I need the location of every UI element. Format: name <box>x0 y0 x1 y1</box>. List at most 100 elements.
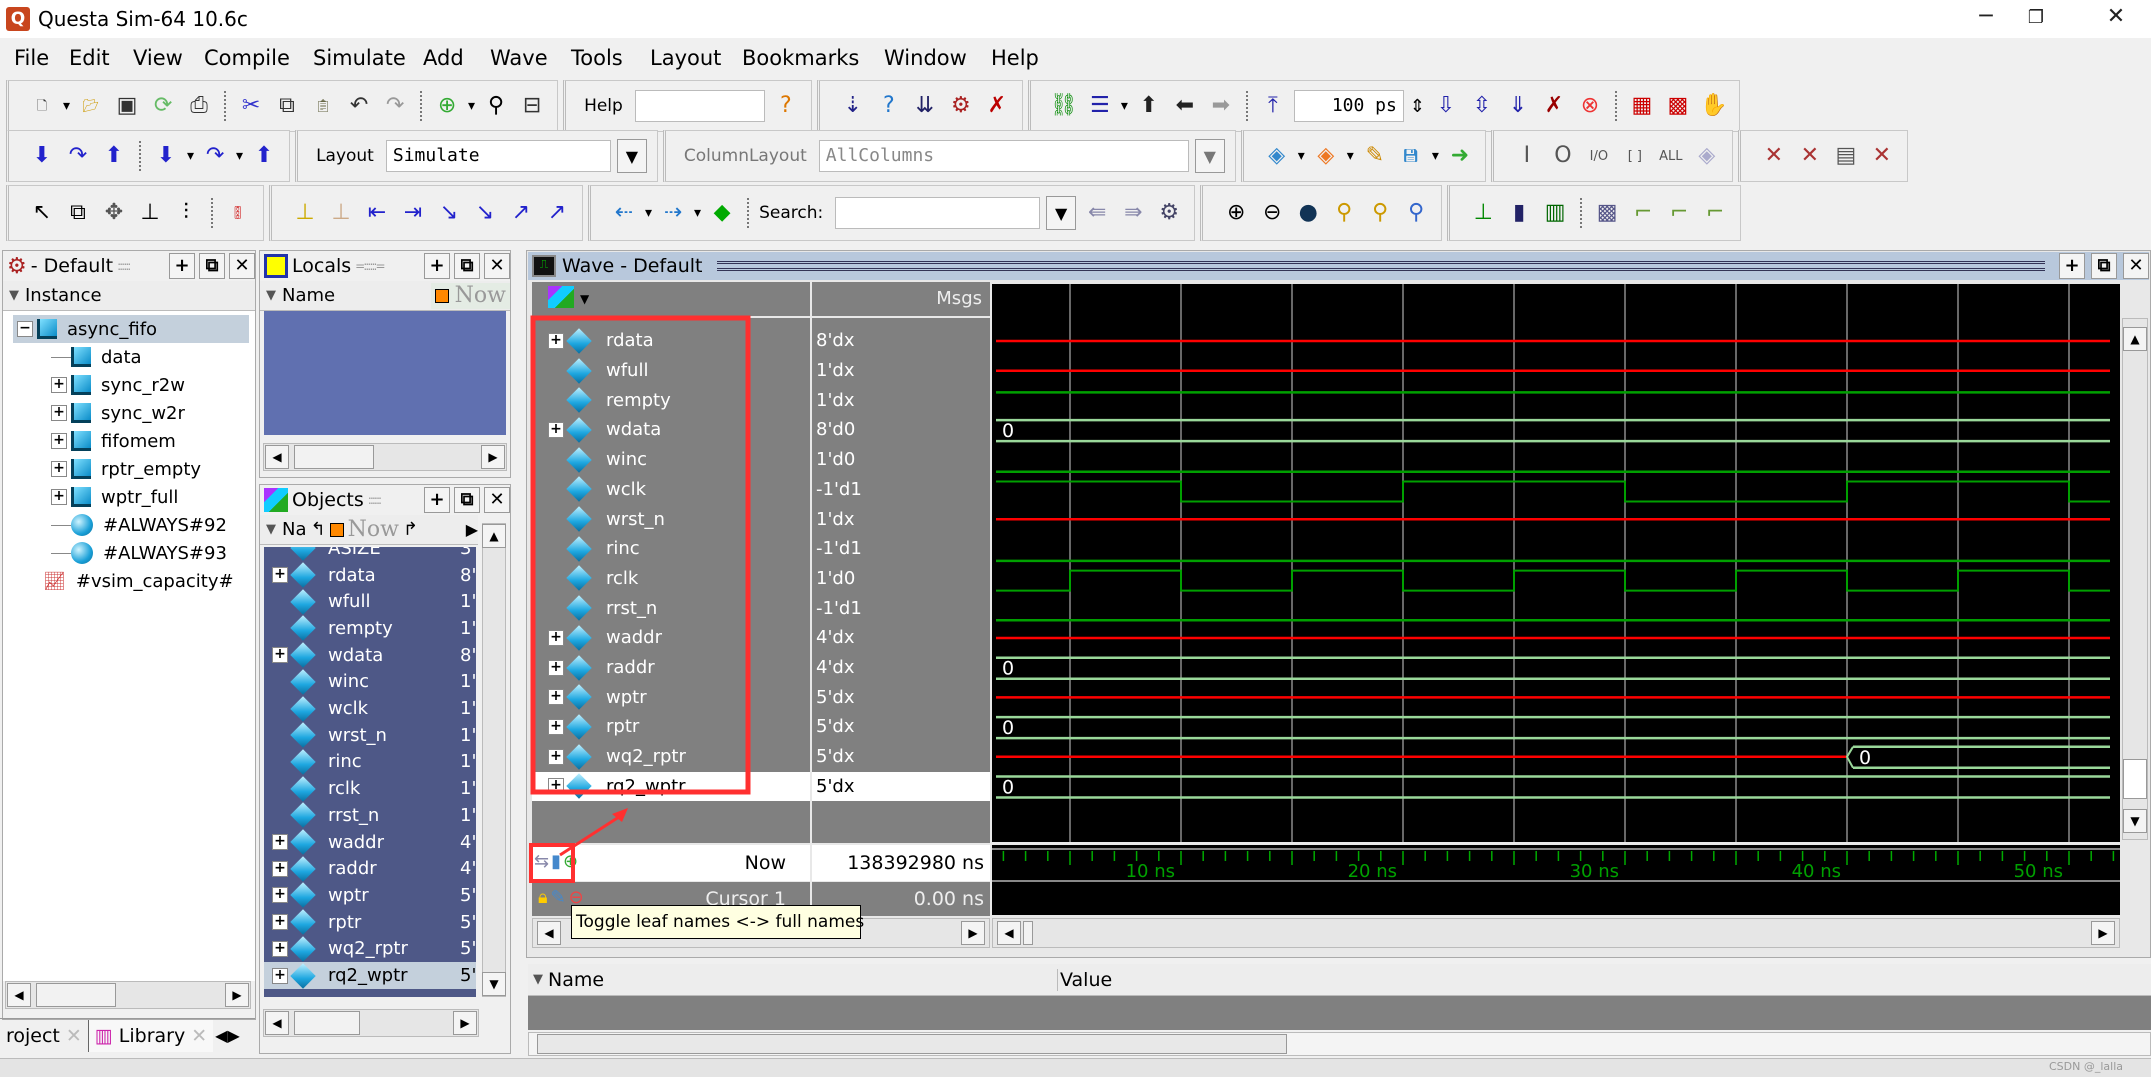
expand-icon[interactable]: + <box>548 689 564 706</box>
filter-internal-icon[interactable]: [ ] <box>1620 139 1650 173</box>
tab-close-icon[interactable]: ✕ <box>191 1025 207 1047</box>
scroll-thumb[interactable] <box>36 983 116 1007</box>
delete-filter-icon[interactable]: ✕ <box>1867 139 1897 173</box>
add-cursor-icon[interactable]: ⊕ <box>563 851 578 872</box>
wave-signal-row[interactable]: + wq2_rptr <box>532 742 810 772</box>
drag-handle[interactable]: =::::::= <box>355 259 385 273</box>
find-signal-icon[interactable]: ◆ <box>707 196 737 230</box>
menu-file[interactable]: File <box>14 46 49 70</box>
tab-close-icon[interactable]: ✕ <box>66 1025 82 1047</box>
simulate-icon[interactable]: ⚙ <box>946 89 976 123</box>
undock-icon[interactable]: ⧉ <box>199 253 225 279</box>
objects-col-name[interactable]: Na <box>282 519 307 540</box>
locals-hscrollbar[interactable]: ◀ ▶ <box>263 443 507 471</box>
run-all-icon[interactable]: ⇓ <box>1503 89 1533 123</box>
expand-icon[interactable]: + <box>51 489 67 505</box>
right-arrow-icon[interactable]: ➡ <box>1206 89 1236 123</box>
tree-item[interactable]: − async_fifo <box>13 315 249 343</box>
scroll-left-icon[interactable]: ◀ <box>537 921 561 945</box>
object-row[interactable]: + wq2_rptr 5' <box>264 936 476 963</box>
undo-icon[interactable]: ↶ <box>344 89 374 123</box>
expand-icon[interactable]: + <box>51 461 67 477</box>
objects-vscrollbar[interactable]: ▲ ▼ <box>482 523 506 997</box>
step-into-icon[interactable]: ⬇ <box>27 139 57 173</box>
column-layout-select[interactable]: AllColumns <box>818 140 1189 172</box>
wave-signal-row[interactable]: + rdata <box>532 326 810 356</box>
menu-add[interactable]: Add <box>423 46 464 70</box>
sort-icon[interactable]: ▼ <box>3 288 25 303</box>
add-cursor-icon[interactable]: ⊥ <box>290 196 320 230</box>
search-options-icon[interactable]: ⚙ <box>1154 196 1184 230</box>
menu-tools[interactable]: Tools <box>571 46 623 70</box>
expand-icon[interactable]: + <box>548 748 564 765</box>
dropdown-icon[interactable]: ▼ <box>580 292 589 306</box>
collapse-icon[interactable]: − <box>17 321 33 337</box>
paste-icon[interactable]: 📋︎ <box>308 89 338 123</box>
expand-icon[interactable]: + <box>272 914 288 931</box>
step-out-multi-icon[interactable]: ⬆ <box>249 139 279 173</box>
time-axis[interactable]: 10 ns 20 ns 30 ns 40 ns 50 ns <box>992 845 2120 915</box>
instance-column-header[interactable]: ▼ Instance <box>3 281 255 311</box>
expand-icon[interactable]: + <box>51 433 67 449</box>
dock-plus-icon[interactable]: + <box>424 253 450 279</box>
drag-handle[interactable] <box>716 261 2045 271</box>
object-row[interactable]: + rq2_wptr 5' <box>264 962 476 989</box>
scroll-right-icon[interactable]: ▶ <box>481 445 505 469</box>
scroll-thumb[interactable] <box>294 1011 360 1035</box>
scroll-thumb[interactable] <box>294 445 374 469</box>
locals-col-now[interactable]: Now <box>430 282 510 309</box>
zoom-box-icon[interactable]: ⧉ <box>63 196 93 230</box>
prev-now-icon[interactable]: ↰ <box>311 519 326 540</box>
traffic-light-icon[interactable]: 🚦︎ <box>223 196 253 230</box>
expand-icon[interactable]: + <box>548 718 564 735</box>
scroll-right-icon[interactable]: ▶ <box>2091 921 2115 945</box>
prev-edge-icon[interactable]: ⇤ <box>362 196 392 230</box>
stop-icon[interactable]: ⊗ <box>1575 89 1605 123</box>
break-run-icon[interactable]: ✗ <box>1539 89 1569 123</box>
scroll-up-icon[interactable]: ▲ <box>2123 327 2147 351</box>
menu-layout[interactable]: Layout <box>650 46 721 70</box>
up-arrow-icon[interactable]: ⬆ <box>1134 89 1164 123</box>
continue-icon[interactable]: ⇳ <box>1467 89 1497 123</box>
object-row[interactable]: + raddr 4' <box>264 855 476 882</box>
wave-signal-row[interactable]: + rptr <box>532 712 810 742</box>
analog-pattern-icon[interactable]: ▩ <box>1592 196 1622 230</box>
scroll-right-icon[interactable]: ▶ <box>225 983 249 1007</box>
scroll-right-icon[interactable]: ▶ <box>453 1011 477 1035</box>
close-icon[interactable]: ✕ <box>2096 4 2136 29</box>
object-row[interactable]: ASIZE 3 <box>264 547 476 562</box>
filter-inout-icon[interactable]: I/O <box>1584 139 1614 173</box>
collapse-tree-icon[interactable]: ⊟ <box>517 89 547 123</box>
wave-signal-row[interactable]: + rq2_wptr <box>532 771 810 802</box>
zoom-between-cursors-icon[interactable]: ⚲ <box>1365 196 1395 230</box>
dropdown-arrow-icon[interactable]: ▾ <box>1347 148 1354 164</box>
wave-export-icon[interactable]: ➜ <box>1445 139 1475 173</box>
step-out-icon[interactable]: ⬆ <box>99 139 129 173</box>
run-length-icon[interactable]: ⤒ <box>1258 89 1288 123</box>
object-row[interactable]: + wptr 5' <box>264 882 476 909</box>
step-style-2-icon[interactable]: ⌐ <box>1664 196 1694 230</box>
expand-icon[interactable]: + <box>272 940 288 957</box>
redo-icon[interactable]: ↷ <box>380 89 410 123</box>
menu-compile[interactable]: Compile <box>204 46 290 70</box>
waveform-area[interactable]: 0 0 0 0 0 <box>992 284 2120 842</box>
close-panel-icon[interactable]: ✕ <box>484 253 510 279</box>
prev-rising-icon[interactable]: ↗ <box>506 196 536 230</box>
menu-help[interactable]: Help <box>991 46 1039 70</box>
undock-icon[interactable]: ⧉ <box>2091 253 2117 279</box>
wave-signal-row[interactable]: rrst_n <box>532 593 810 623</box>
wave-add-icon[interactable]: ◈ <box>1262 139 1292 173</box>
step-into-multi-icon[interactable]: ⬇ <box>151 139 181 173</box>
next-now-icon[interactable]: ↱ <box>403 519 418 540</box>
object-row[interactable]: wrst_n 1' <box>264 722 476 749</box>
scroll-up-icon[interactable]: ▲ <box>482 524 506 548</box>
expand-icon[interactable]: + <box>548 778 564 795</box>
undock-icon[interactable]: ⧉ <box>454 487 480 513</box>
scroll-left-icon[interactable]: ◀ <box>997 921 1021 945</box>
signal-menu-icon[interactable] <box>548 286 574 308</box>
tree-item[interactable]: data <box>51 343 142 371</box>
object-row[interactable]: rclk 1' <box>264 775 476 802</box>
menu-wave[interactable]: Wave <box>490 46 548 70</box>
tree-item[interactable]: + wptr_full <box>51 483 178 511</box>
tree-item[interactable]: 📈︎ #vsim_capacity# <box>43 567 234 595</box>
